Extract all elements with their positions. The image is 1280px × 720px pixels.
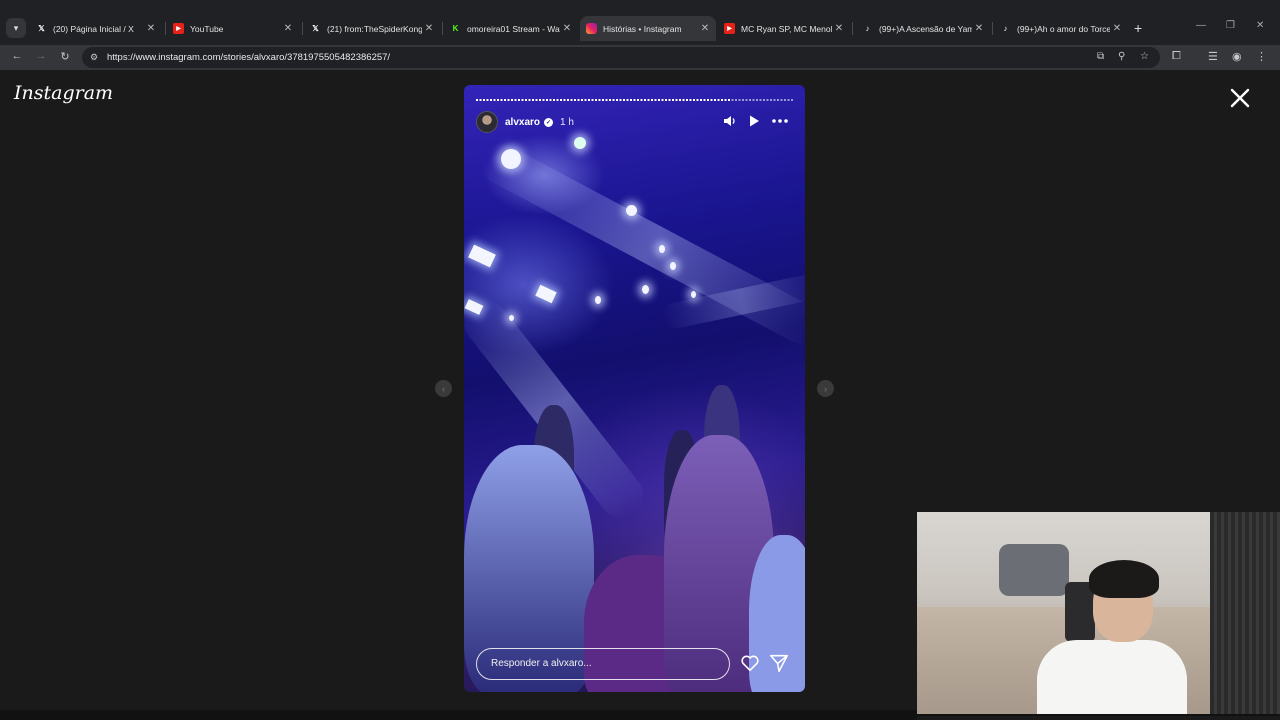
stage-light [659,245,665,253]
story-header: alvxaro ✓ 1 h [476,111,793,133]
next-story-icon[interactable]: › [817,380,834,397]
instagram-logo[interactable]: Instagram [14,82,113,104]
kick-icon: K [452,24,459,33]
story-progress-fill [476,99,730,101]
zoom-icon[interactable]: ⚲ [1118,51,1125,62]
story-username[interactable]: alvxaro [505,117,540,128]
address-bar[interactable]: ⚙ https://www.instagram.com/stories/alvx… [82,47,1160,68]
tab-instagram[interactable]: Histórias • Instagram ✕ [580,16,716,41]
tab-tiktok-2[interactable]: ♪ (99+)Ah o amor do Torce ✕ [994,16,1128,41]
story-progress-bar [476,99,793,101]
reply-placeholder: Responder a alvxaro... [491,658,592,669]
tab-title: YouTube [190,23,224,34]
tab-divider [992,22,993,35]
like-heart-icon[interactable] [739,652,761,674]
tab-title: (21) from:TheSpiderKong [327,23,422,34]
tab-kick[interactable]: K omoreira01 Stream - Wat ✕ [444,16,578,41]
install-app-icon[interactable]: ⧉ [1097,51,1104,62]
tab-divider [302,22,303,35]
reload-icon[interactable]: ↻ [57,50,73,63]
close-tab-icon[interactable]: ✕ [1110,23,1124,34]
tab-youtube-music[interactable]: ▶ MC Ryan SP, MC MenoK ✕ [718,16,850,41]
close-tab-icon[interactable]: ✕ [281,23,295,34]
webcam-overlay [917,512,1280,716]
stage-light [595,296,601,304]
close-tab-icon[interactable]: ✕ [144,23,158,34]
webcam-window-blind [1210,512,1280,716]
tab-search-button[interactable]: ▾ [6,18,26,38]
led-panel [468,244,496,268]
back-icon[interactable]: ← [9,50,25,62]
extensions-icon[interactable]: ⧠ [1172,50,1181,63]
minimize-icon[interactable]: — [1196,20,1206,31]
profile-icon[interactable]: ◉ [1232,50,1242,63]
menu-kebab-icon[interactable]: ⋮ [1256,50,1267,63]
more-options-icon[interactable] [771,114,789,128]
stage-light [574,137,586,149]
webcam-border [917,714,1280,716]
close-tab-icon[interactable]: ✕ [972,23,986,34]
reading-list-icon[interactable]: ☰ [1208,50,1218,63]
close-window-icon[interactable]: ✕ [1256,20,1264,31]
avatar[interactable] [476,111,498,133]
close-tab-icon[interactable]: ✕ [698,23,712,34]
tab-tiktok-1[interactable]: ♪ (99+)A Ascensão de Yam ✕ [856,16,990,41]
x-logo-icon: 𝕏 [38,24,45,33]
webcam-person-shirt [1037,640,1187,716]
youtube-icon: ▶ [173,23,184,34]
tab-title: (20) Página Inicial / X [53,23,134,34]
story-time: 1 h [560,116,574,128]
tab-title: (99+)A Ascensão de Yam [879,23,972,34]
tab-youtube[interactable]: ▶ YouTube ✕ [167,16,299,41]
close-icon[interactable] [1228,86,1252,110]
verified-badge-icon: ✓ [544,117,554,127]
tab-x-home[interactable]: 𝕏 (20) Página Inicial / X ✕ [30,16,162,41]
reply-input[interactable]: Responder a alvxaro... [476,648,730,680]
light-beam [474,137,805,352]
share-send-icon[interactable] [768,652,790,674]
tiktok-icon: ♪ [1003,24,1008,33]
site-info-icon[interactable]: ⚙ [90,52,101,63]
new-tab-icon[interactable]: + [1134,20,1142,36]
tab-title: Histórias • Instagram [603,23,682,34]
tab-divider [852,22,853,35]
webcam-person-hair [1089,560,1159,598]
tab-divider [442,22,443,35]
webcam-pillow [999,544,1069,596]
previous-story-icon[interactable]: ‹ [435,380,452,397]
forward-icon[interactable]: → [33,50,49,62]
bookmark-star-icon[interactable]: ☆ [1140,51,1149,62]
x-logo-icon: 𝕏 [312,24,319,33]
stage-light [670,262,676,270]
tab-title: MC Ryan SP, MC MenoK [741,23,832,34]
close-tab-icon[interactable]: ✕ [832,23,846,34]
close-tab-icon[interactable]: ✕ [422,23,436,34]
tab-title: omoreira01 Stream - Wat [467,23,560,34]
volume-icon[interactable] [723,114,737,128]
youtube-icon: ▶ [724,23,735,34]
browser-tabstrip: ▾ 𝕏 (20) Página Inicial / X ✕ ▶ YouTube … [0,0,1280,45]
stage-light [642,285,649,294]
story-media[interactable]: alvxaro ✓ 1 h Responder a alvxaro... [464,85,805,692]
stage-light [509,315,514,321]
close-tab-icon[interactable]: ✕ [560,23,574,34]
stage-light [691,291,696,298]
tab-x-search[interactable]: 𝕏 (21) from:TheSpiderKong ✕ [304,16,440,41]
led-panel [535,284,557,304]
stage-light [501,149,521,169]
screen-bottom-edge [0,710,917,720]
instagram-icon [586,23,597,34]
tab-title: (99+)Ah o amor do Torce [1017,23,1110,34]
url-text[interactable]: https://www.instagram.com/stories/alvxar… [107,52,390,63]
restore-icon[interactable]: ❐ [1226,20,1235,31]
stage-light [626,205,637,216]
browser-toolbar: ← → ↻ ⚙ https://www.instagram.com/storie… [0,45,1280,70]
play-icon[interactable] [747,114,761,128]
tab-divider [165,22,166,35]
tiktok-icon: ♪ [865,24,870,33]
